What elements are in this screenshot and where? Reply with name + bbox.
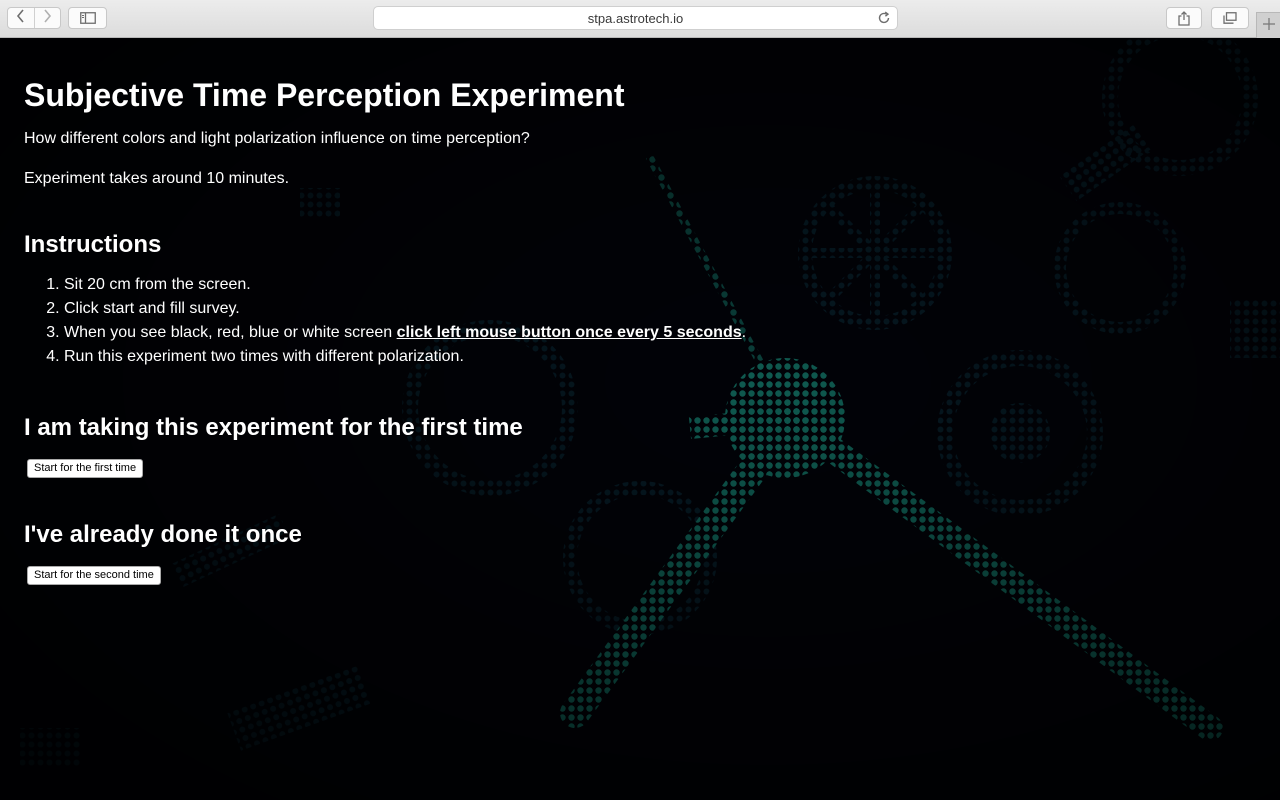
instruction-suffix: . xyxy=(741,324,747,341)
tabs-overview-button[interactable] xyxy=(1211,7,1249,29)
instructions-heading: Instructions xyxy=(24,231,162,258)
chevron-right-icon xyxy=(42,8,52,28)
share-button[interactable] xyxy=(1166,7,1202,29)
second-time-heading: I've already done it once xyxy=(24,521,302,548)
instruction-text: Click start and fill survey. xyxy=(64,300,240,317)
instruction-item: Click start and fill survey. xyxy=(64,297,1224,321)
click-instruction-emphasis: click left mouse button once every 5 sec… xyxy=(396,324,742,341)
page-title: Subjective Time Perception Experiment xyxy=(24,77,625,113)
page-viewport: Subjective Time Perception Experiment Ho… xyxy=(0,38,1280,800)
share-icon xyxy=(1178,10,1190,26)
browser-toolbar: stpa.astrotech.io xyxy=(0,0,1280,38)
instruction-item: When you see black, red, blue or white s… xyxy=(64,321,1224,345)
main-content: Subjective Time Perception Experiment Ho… xyxy=(24,38,1224,585)
address-bar[interactable]: stpa.astrotech.io xyxy=(373,6,898,30)
start-second-time-button[interactable]: Start for the second time xyxy=(27,566,161,585)
start-first-time-button[interactable]: Start for the first time xyxy=(27,459,144,478)
duration-text: Experiment takes around 10 minutes. xyxy=(24,170,290,187)
instruction-text: Run this experiment two times with diffe… xyxy=(64,348,464,365)
back-button[interactable] xyxy=(8,8,34,28)
new-tab-button[interactable] xyxy=(1256,12,1280,38)
plus-icon xyxy=(1262,17,1275,35)
reload-icon[interactable] xyxy=(877,11,891,28)
page-subtitle: How different colors and light polarizat… xyxy=(24,130,530,147)
sidebar-icon xyxy=(79,12,96,24)
instruction-item: Sit 20 cm from the screen. xyxy=(64,273,1224,297)
sidebar-button[interactable] xyxy=(68,7,107,29)
first-time-heading: I am taking this experiment for the firs… xyxy=(24,414,523,441)
instruction-text: When you see black, red, blue or white s… xyxy=(64,324,397,341)
tabs-overview-icon xyxy=(1223,12,1237,24)
chevron-left-icon xyxy=(16,8,26,28)
navigation-buttons xyxy=(7,7,61,29)
forward-button[interactable] xyxy=(33,8,61,28)
instruction-item: Run this experiment two times with diffe… xyxy=(64,345,1224,369)
instruction-text: Sit 20 cm from the screen. xyxy=(64,276,251,293)
instructions-list: Sit 20 cm from the screen. Click start a… xyxy=(24,273,1224,369)
url-text: stpa.astrotech.io xyxy=(587,10,684,26)
